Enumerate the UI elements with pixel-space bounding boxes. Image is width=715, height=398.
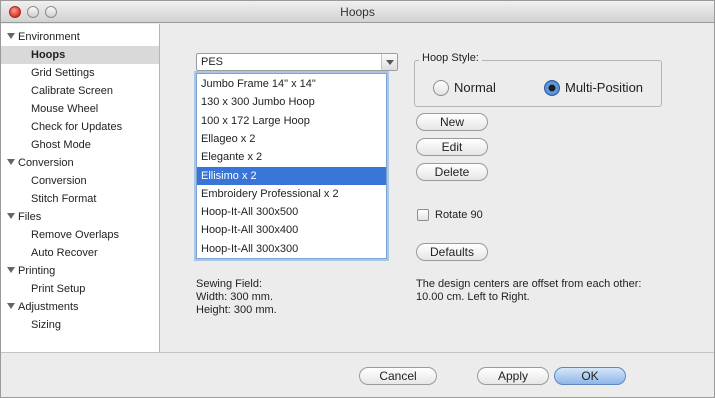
sidebar-item[interactable]: Print Setup bbox=[31, 280, 85, 298]
defaults-button[interactable]: Defaults bbox=[416, 243, 488, 261]
sidebar-item-label: Adjustments bbox=[18, 301, 79, 313]
disclosure-triangle-icon[interactable] bbox=[7, 267, 15, 273]
sidebar-item-label: Stitch Format bbox=[31, 193, 97, 205]
normal-radio[interactable]: Normal bbox=[433, 78, 513, 98]
hoop-style-label: Hoop Style: bbox=[419, 52, 482, 64]
new-button[interactable]: New bbox=[416, 113, 488, 131]
sewing-field-width: Width: 300 mm. bbox=[196, 291, 274, 303]
dropdown-arrow-icon[interactable] bbox=[381, 54, 397, 70]
format-select[interactable]: PES bbox=[196, 53, 398, 71]
offset-note-line2: 10.00 cm. Left to Right. bbox=[416, 291, 530, 303]
sidebar-item[interactable]: Stitch Format bbox=[31, 190, 96, 208]
sidebar-item[interactable]: Conversion bbox=[31, 172, 87, 190]
disclosure-triangle-icon[interactable] bbox=[7, 33, 15, 39]
hoop-list-item[interactable]: Hoop-It-All 300x400 bbox=[197, 221, 386, 239]
sidebar-item-label: Conversion bbox=[18, 157, 74, 169]
delete-button[interactable]: Delete bbox=[416, 163, 488, 181]
radio-on-icon bbox=[544, 80, 560, 96]
sidebar-group[interactable]: Files bbox=[7, 208, 41, 226]
sidebar-item[interactable]: Calibrate Screen bbox=[31, 82, 113, 100]
sidebar-item-label: Calibrate Screen bbox=[31, 85, 113, 97]
hoop-list-item[interactable]: 130 x 300 Jumbo Hoop bbox=[197, 93, 386, 111]
sidebar-item[interactable]: Ghost Mode bbox=[31, 136, 91, 154]
sidebar-item-label: Auto Recover bbox=[31, 247, 98, 259]
hoop-list-item[interactable]: Jumbo Frame 14" x 14" bbox=[197, 75, 386, 93]
sidebar-item-label: Print Setup bbox=[31, 283, 86, 295]
normal-radio-label: Normal bbox=[454, 80, 496, 95]
hoop-list-item[interactable]: Ellisimo x 2 bbox=[197, 166, 386, 185]
sidebar-item-label: Mouse Wheel bbox=[31, 103, 99, 115]
title-bar: Hoops bbox=[1, 1, 714, 23]
multi-position-radio-label: Multi-Position bbox=[565, 80, 644, 95]
disclosure-triangle-icon[interactable] bbox=[7, 303, 15, 309]
hoop-list-item[interactable]: Embroidery Professional x 2 bbox=[197, 185, 386, 203]
disclosure-triangle-icon[interactable] bbox=[7, 213, 15, 219]
rotate-90-label: Rotate 90 bbox=[435, 209, 483, 221]
hoop-list[interactable]: Jumbo Frame 14" x 14" 130 x 300 Jumbo Hoo… bbox=[196, 73, 387, 259]
sidebar-item[interactable]: Grid Settings bbox=[31, 64, 95, 82]
sidebar-group[interactable]: Environment bbox=[7, 28, 80, 46]
multi-position-radio[interactable]: Multi-Position bbox=[544, 78, 656, 98]
sidebar-item-label: Ghost Mode bbox=[31, 139, 91, 151]
sidebar-item-label: Hoops bbox=[31, 49, 66, 61]
sidebar-item[interactable]: Sizing bbox=[31, 316, 61, 334]
sidebar-item-label: Remove Overlaps bbox=[31, 229, 120, 241]
window-title: Hoops bbox=[340, 5, 375, 19]
sidebar-group[interactable]: Adjustments bbox=[7, 298, 79, 316]
apply-button[interactable]: Apply bbox=[477, 367, 549, 385]
hoop-list-item[interactable]: Hoop-It-All 300x300 bbox=[197, 240, 386, 258]
sidebar-item-label: Printing bbox=[18, 265, 56, 277]
sewing-field-height: Height: 300 mm. bbox=[196, 304, 277, 316]
sidebar-item-label: Sizing bbox=[31, 319, 61, 331]
sidebar-item[interactable]: Auto Recover bbox=[31, 244, 98, 262]
edit-button[interactable]: Edit bbox=[416, 138, 488, 156]
hoops-window: Hoops Environment Hoops Grid Settings Calib… bbox=[0, 0, 715, 398]
hoop-list-item[interactable]: Hoop-It-All 300x500 bbox=[197, 203, 386, 221]
sidebar-item-label: Files bbox=[18, 211, 42, 223]
preferences-sidebar: Environment Hoops Grid Settings Calibrate S… bbox=[1, 24, 160, 352]
sidebar-item-label: Grid Settings bbox=[31, 67, 95, 79]
sidebar-item[interactable]: Hoops bbox=[1, 46, 159, 64]
sidebar-group[interactable]: Conversion bbox=[7, 154, 74, 172]
sewing-field-title: Sewing Field: bbox=[196, 278, 263, 290]
ok-button[interactable]: OK bbox=[554, 367, 626, 385]
hoop-list-item[interactable]: 100 x 172 Large Hoop bbox=[197, 112, 386, 130]
rotate-90-checkbox[interactable] bbox=[417, 209, 429, 221]
format-select-value: PES bbox=[201, 56, 224, 68]
sidebar-item-label: Conversion bbox=[31, 175, 87, 187]
sidebar-item-label: Check for Updates bbox=[31, 121, 123, 133]
cancel-button[interactable]: Cancel bbox=[359, 367, 437, 385]
hoop-list-item[interactable]: Elegante x 2 bbox=[197, 148, 386, 166]
sidebar-item[interactable]: Check for Updates bbox=[31, 118, 122, 136]
sidebar-item-label: Environment bbox=[18, 31, 80, 43]
offset-note-line1: The design centers are offset from each … bbox=[416, 278, 642, 290]
sidebar-item[interactable]: Remove Overlaps bbox=[31, 226, 119, 244]
radio-off-icon bbox=[433, 80, 449, 96]
sidebar-group[interactable]: Printing bbox=[7, 262, 55, 280]
hoop-list-item[interactable]: Ellageo x 2 bbox=[197, 130, 386, 148]
sidebar-item[interactable]: Mouse Wheel bbox=[31, 100, 98, 118]
disclosure-triangle-icon[interactable] bbox=[7, 159, 15, 165]
footer-divider bbox=[1, 352, 714, 353]
